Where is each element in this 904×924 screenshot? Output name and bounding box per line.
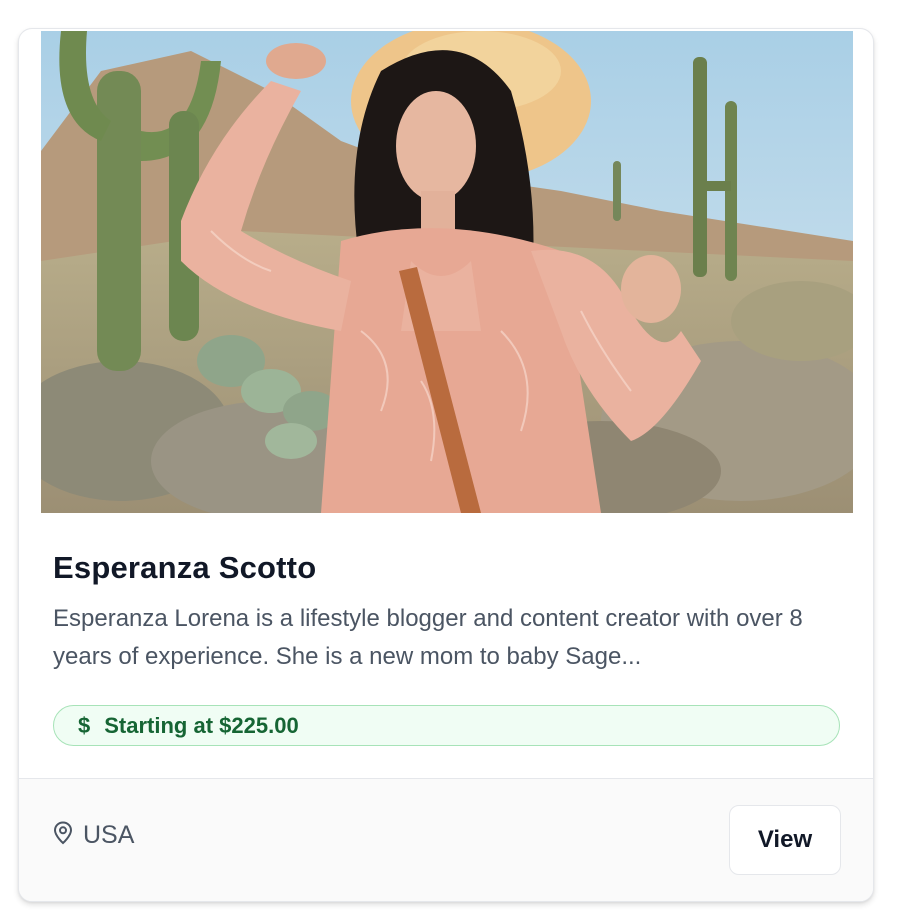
creator-name: Esperanza Scotto — [53, 550, 317, 585]
map-pin-icon — [53, 821, 73, 850]
creator-photo[interactable] — [41, 31, 853, 513]
creator-description: Esperanza Lorena is a lifestyle blogger … — [53, 605, 803, 671]
price-badge: $ Starting at $225.00 — [53, 705, 840, 746]
dollar-icon: $ — [78, 712, 91, 738]
location-text: USA — [83, 821, 135, 849]
creator-card[interactable]: Esperanza Scotto Esperanza Lorena is a l… — [18, 28, 874, 902]
card-footer: USA View — [19, 778, 873, 901]
view-button[interactable]: View — [729, 805, 841, 875]
price-label: Starting at $225.00 — [104, 712, 299, 738]
card-body: Esperanza Scotto Esperanza Lorena is a l… — [53, 549, 841, 676]
location: USA — [53, 821, 134, 850]
